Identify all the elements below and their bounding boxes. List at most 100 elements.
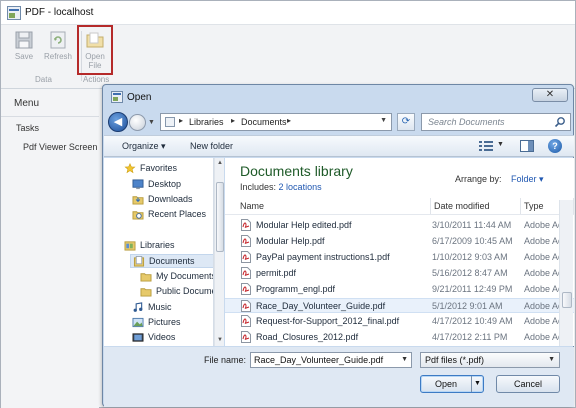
open-file-button[interactable]: Open File bbox=[77, 25, 113, 75]
new-folder-button[interactable]: New folder bbox=[190, 141, 233, 151]
chevron-right-icon[interactable]: ▸ bbox=[287, 116, 291, 125]
refresh-button[interactable]: ⟳ bbox=[397, 113, 415, 131]
nav-my-documents-label: My Documents bbox=[156, 271, 214, 281]
search-icon[interactable] bbox=[554, 116, 566, 128]
open-dialog: Open ✕ ◀ ▼ ▸ Libraries ▸ Documents ▸ ▼ ⟳… bbox=[102, 84, 574, 407]
library-icon bbox=[165, 117, 175, 127]
back-button[interactable]: ◀ bbox=[108, 112, 128, 132]
scroll-thumb[interactable] bbox=[562, 292, 572, 308]
file-name: Modular Help edited.pdf bbox=[256, 220, 352, 230]
split-divider bbox=[471, 376, 472, 392]
nav-recent-places-label: Recent Places bbox=[148, 209, 207, 219]
view-options-icon[interactable] bbox=[478, 140, 494, 152]
nav-music-label: Music bbox=[148, 302, 172, 312]
star-icon bbox=[124, 163, 136, 174]
file-type: Adobe Ac bbox=[524, 301, 563, 311]
file-row[interactable]: Request-for-Support_2012_final.pdf 4/17/… bbox=[225, 314, 574, 329]
chevron-down-icon[interactable]: ▼ bbox=[548, 356, 555, 363]
file-date: 4/17/2012 10:49 AM bbox=[432, 316, 513, 326]
recent-places-icon bbox=[132, 211, 144, 220]
address-bar[interactable]: ▸ Libraries ▸ Documents ▸ ▼ bbox=[160, 113, 392, 131]
cancel-button[interactable]: Cancel bbox=[496, 375, 560, 393]
search-input[interactable]: Search Documents bbox=[421, 113, 571, 131]
refresh-button[interactable]: Refresh bbox=[41, 28, 75, 73]
file-name: Race_Day_Volunteer_Guide.pdf bbox=[256, 301, 386, 311]
includes-label: Includes: bbox=[240, 182, 277, 192]
file-name-input[interactable]: Race_Day_Volunteer_Guide.pdf ▼ bbox=[250, 352, 412, 368]
dialog-app-icon bbox=[111, 91, 123, 103]
scroll-down-icon[interactable]: ▼ bbox=[216, 336, 224, 344]
file-date: 3/10/2011 11:44 AM bbox=[432, 220, 512, 230]
file-row[interactable]: Modular Help edited.pdf 3/10/2011 11:44 … bbox=[225, 218, 574, 233]
pdf-file-icon bbox=[241, 219, 251, 231]
file-row[interactable]: PayPal payment instructions1.pdf 1/10/20… bbox=[225, 250, 574, 265]
locations-link[interactable]: 2 locations bbox=[279, 182, 322, 192]
file-name: PayPal payment instructions1.pdf bbox=[256, 252, 390, 262]
chevron-down-icon[interactable]: ▼ bbox=[401, 356, 408, 363]
chevron-right-icon[interactable]: ▸ bbox=[231, 116, 235, 125]
arrange-by-dropdown[interactable]: Folder ▾ bbox=[511, 174, 544, 185]
file-row[interactable]: permit.pdf 5/16/2012 8:47 AM Adobe Ac bbox=[225, 266, 574, 281]
left-pane: Menu Tasks Pdf Viewer Screen bbox=[1, 90, 99, 408]
nav-videos-label: Videos bbox=[148, 332, 176, 342]
chevron-right-icon[interactable]: ▸ bbox=[179, 116, 183, 125]
save-button[interactable]: Save bbox=[7, 28, 41, 73]
app-title: PDF - localhost bbox=[25, 7, 94, 18]
help-icon[interactable]: ? bbox=[548, 139, 562, 153]
nav-pictures-label: Pictures bbox=[148, 317, 181, 327]
open-button[interactable]: Open ▼ bbox=[420, 375, 484, 393]
downloads-icon bbox=[132, 196, 144, 205]
file-list-scrollbar[interactable] bbox=[559, 200, 573, 346]
breadcrumb-libraries[interactable]: Libraries bbox=[189, 117, 224, 127]
file-type: Adobe Ac bbox=[524, 316, 563, 326]
file-date: 9/21/2011 12:49 PM bbox=[432, 284, 513, 294]
header-divider bbox=[225, 214, 574, 215]
scroll-thumb[interactable] bbox=[216, 182, 224, 252]
app-titlebar: PDF - localhost bbox=[1, 1, 575, 25]
view-dropdown[interactable]: ▼ bbox=[497, 141, 504, 148]
file-name: Road_Closures_2012.pdf bbox=[256, 332, 359, 342]
file-type: Adobe Ac bbox=[524, 236, 563, 246]
folder-icon bbox=[140, 273, 152, 282]
file-row[interactable]: Road_Closures_2012.pdf 4/17/2012 2:11 PM… bbox=[225, 330, 574, 345]
tasks-label[interactable]: Tasks bbox=[16, 123, 39, 133]
pictures-icon bbox=[132, 317, 144, 328]
file-type: Adobe Ac bbox=[524, 332, 563, 342]
refresh-icon bbox=[50, 31, 66, 49]
file-row[interactable]: Programm_engl.pdf 9/21/2011 12:49 PM Ado… bbox=[225, 282, 574, 297]
pdf-file-icon bbox=[241, 283, 251, 295]
file-type-select[interactable]: Pdf files (*.pdf) ▼ bbox=[420, 352, 560, 368]
file-date: 5/1/2012 9:01 AM bbox=[432, 301, 503, 311]
library-includes: Includes: 2 locations bbox=[240, 182, 322, 192]
column-header-name[interactable]: Name bbox=[237, 198, 431, 214]
file-name: Modular Help.pdf bbox=[256, 236, 325, 246]
open-button-label: Open bbox=[435, 379, 458, 389]
pdf-file-icon bbox=[241, 267, 251, 279]
pdf-file-icon bbox=[241, 235, 251, 247]
organize-button[interactable]: Organize ▾ bbox=[122, 141, 166, 152]
arrange-by-label: Arrange by: bbox=[455, 174, 502, 184]
file-name-label: File name: bbox=[204, 355, 247, 365]
close-button[interactable]: ✕ bbox=[532, 88, 568, 102]
nav-item-pdf-viewer-screen[interactable]: Pdf Viewer Screen bbox=[23, 142, 97, 152]
file-row-selected[interactable]: Race_Day_Volunteer_Guide.pdf 5/1/2012 9:… bbox=[225, 298, 574, 313]
scroll-up-icon[interactable]: ▲ bbox=[216, 159, 224, 167]
breadcrumb-documents[interactable]: Documents bbox=[241, 117, 287, 127]
navigation-scrollbar[interactable]: ▲ ▼ bbox=[214, 158, 224, 346]
dialog-title: Open bbox=[127, 92, 152, 103]
folder-icon bbox=[140, 288, 152, 297]
recent-locations-dropdown[interactable]: ▼ bbox=[148, 119, 156, 127]
menu-label: Menu bbox=[14, 98, 40, 109]
forward-button[interactable] bbox=[129, 114, 146, 131]
address-dropdown[interactable]: ▼ bbox=[380, 117, 387, 124]
column-header-date-modified[interactable]: Date modified bbox=[431, 198, 521, 214]
file-row[interactable]: Modular Help.pdf 6/17/2009 10:45 AM Adob… bbox=[225, 234, 574, 249]
app-logo-icon bbox=[7, 6, 21, 20]
preview-pane-icon[interactable] bbox=[520, 140, 534, 152]
chevron-down-icon[interactable]: ▼ bbox=[474, 376, 481, 392]
desktop-icon bbox=[132, 179, 144, 190]
open-file-label-line2: File bbox=[88, 61, 102, 70]
library-title: Documents library bbox=[240, 163, 353, 179]
folder-icon bbox=[86, 32, 104, 48]
nav-documents[interactable]: Documents bbox=[130, 254, 213, 268]
